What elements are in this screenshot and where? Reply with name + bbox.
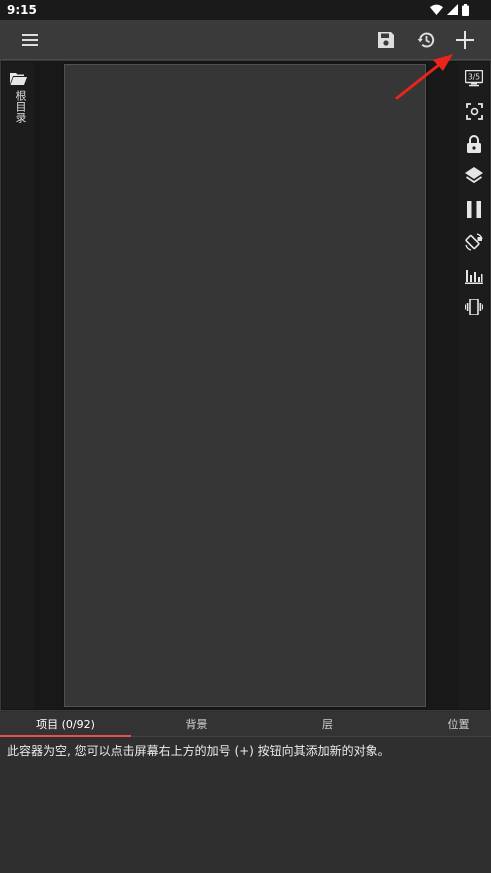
status-bar: 9:15	[0, 0, 491, 20]
signal-icon	[447, 4, 458, 16]
lock-icon[interactable]	[464, 134, 484, 154]
tab-background-label: 背景	[185, 718, 208, 731]
left-gutter	[34, 62, 63, 709]
tab-items-label: 项目 (0/92)	[36, 718, 95, 731]
screen-counter-label: 3/5	[468, 72, 480, 81]
battery-icon	[462, 4, 469, 16]
tab-position[interactable]: 位置	[393, 712, 491, 736]
screen-counter-icon[interactable]: 3/5	[464, 68, 484, 88]
layers-icon[interactable]	[464, 166, 484, 186]
tab-items[interactable]: 项目 (0/92)	[0, 712, 131, 737]
right-panel: 3/5	[458, 62, 489, 709]
empty-state-message: 此容器为空, 您可以点击屏幕右上方的加号 (+) 按钮向其添加新的对象。	[7, 744, 390, 758]
menu-icon[interactable]	[17, 27, 43, 53]
pause-icon[interactable]	[464, 199, 484, 219]
tab-background[interactable]: 背景	[131, 712, 262, 736]
left-panel: 根目录	[2, 62, 34, 709]
plus-icon[interactable]	[452, 27, 478, 53]
history-icon[interactable]	[413, 27, 439, 53]
top-toolbar	[0, 20, 491, 60]
right-gutter	[428, 62, 458, 709]
folder-open-icon[interactable]	[10, 70, 27, 89]
vibrate-icon[interactable]	[464, 297, 484, 317]
workspace: 根目录 3/5	[0, 60, 491, 711]
editor-canvas[interactable]	[64, 64, 426, 707]
wifi-icon	[430, 4, 443, 16]
tab-position-label: 位置	[447, 718, 470, 731]
tab-layer[interactable]: 层	[262, 712, 393, 736]
root-directory-label[interactable]: 根目录	[12, 90, 27, 123]
focus-icon[interactable]	[464, 101, 484, 121]
bottom-tabs: 项目 (0/92) 背景 层 位置	[0, 712, 491, 737]
equalizer-icon[interactable]	[464, 265, 484, 285]
save-icon[interactable]	[373, 27, 399, 53]
status-time: 9:15	[7, 3, 37, 17]
rotate-icon[interactable]	[464, 232, 484, 252]
tab-layer-label: 层	[322, 718, 333, 731]
